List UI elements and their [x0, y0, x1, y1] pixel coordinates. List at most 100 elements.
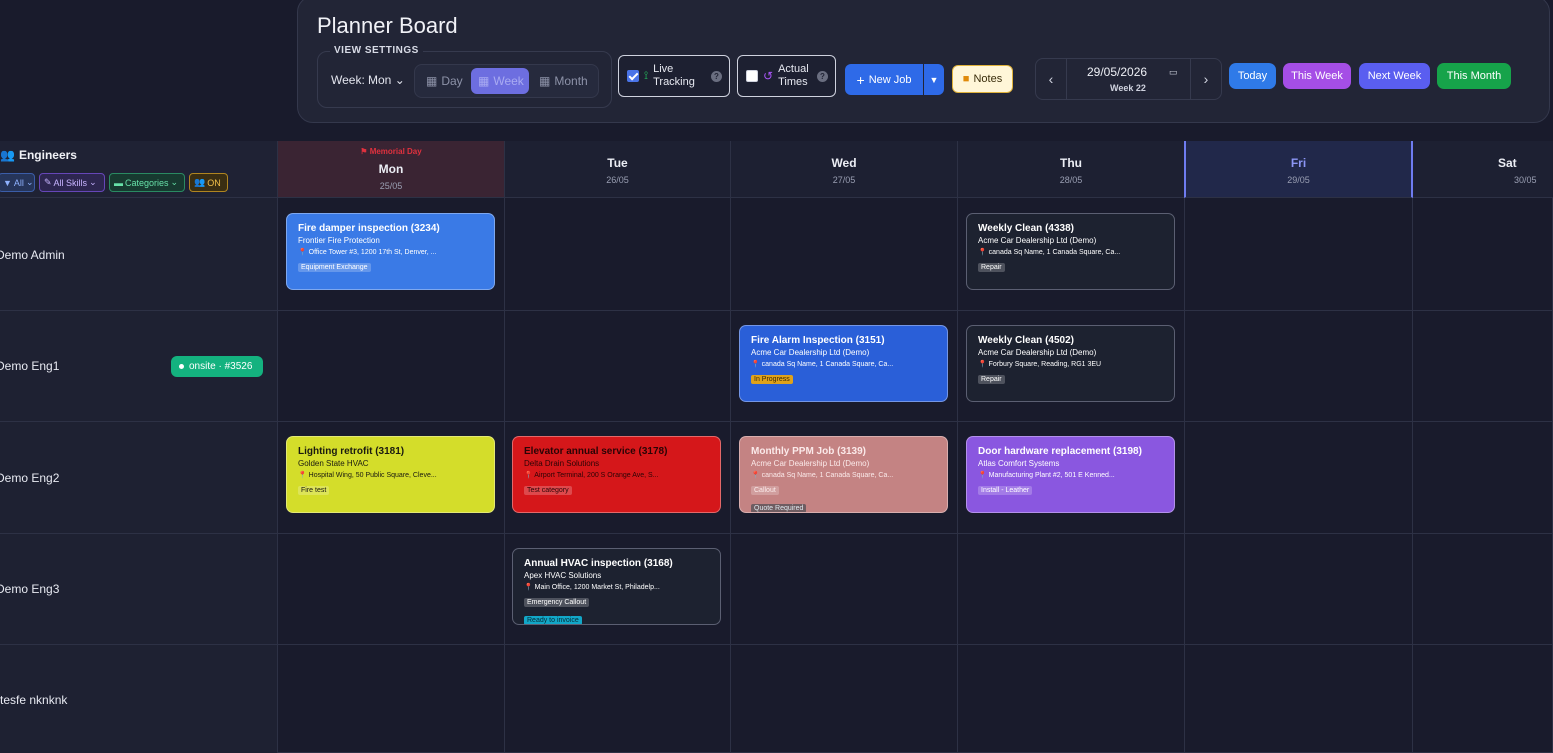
calendar-cell[interactable]: [505, 645, 731, 753]
flag-icon: ⚑: [360, 147, 368, 156]
calendar-cell[interactable]: [1413, 645, 1553, 753]
day-header-fri: Fri 29/05: [1184, 141, 1413, 198]
job-client: Acme Car Dealership Ltd (Demo): [751, 348, 870, 357]
calendar-cell[interactable]: [278, 311, 505, 422]
job-card[interactable]: Lighting retrofit (3181) Golden State HVA…: [286, 436, 495, 513]
chevron-left-icon: ‹: [1048, 71, 1054, 87]
week-start-select[interactable]: Mon ⌄: [368, 73, 405, 87]
actual-times-label: Actual Times: [778, 63, 809, 88]
filter-all-dropdown[interactable]: ▼ All ⌄: [0, 173, 35, 192]
job-address: 📍 canada Sq Name, 1 Canada Square, Ca...: [751, 361, 894, 368]
filter-categories-dropdown[interactable]: ▬ Categories ⌄: [109, 173, 185, 192]
date-input[interactable]: 29/05/2026: [1087, 65, 1147, 79]
calendar-icon: ▦: [478, 74, 490, 88]
day-name: Mon: [378, 162, 404, 176]
job-tags: Test category: [524, 479, 720, 497]
calendar-cell[interactable]: [1185, 198, 1413, 311]
job-client: Frontier Fire Protection: [298, 236, 380, 245]
calendar-cell[interactable]: [1185, 645, 1413, 753]
day-date: 25/05: [379, 181, 403, 191]
signal-icon: ⟟: [644, 69, 649, 82]
wrench-icon: ✎: [44, 177, 52, 187]
job-card[interactable]: Fire damper inspection (3234) Frontier Fi…: [286, 213, 495, 290]
calendar-cell[interactable]: [731, 534, 958, 645]
note-icon: ■: [962, 73, 970, 85]
calendar-cell[interactable]: [505, 198, 731, 311]
engineer-row[interactable]: Demo Eng2: [0, 422, 278, 534]
calendar-cell[interactable]: [278, 645, 505, 753]
calendar-cell[interactable]: [1413, 311, 1553, 422]
view-day-button[interactable]: ▦ Day: [419, 68, 470, 94]
folder-icon: ▬: [114, 177, 123, 188]
help-icon[interactable]: ?: [817, 71, 828, 82]
calendar-cell[interactable]: [958, 534, 1185, 645]
job-card[interactable]: Door hardware replacement (3198) Atlas Co…: [966, 436, 1175, 513]
calendar-cell[interactable]: [731, 198, 958, 311]
job-card[interactable]: Fire Alarm Inspection (3151) Acme Car Dea…: [739, 325, 948, 402]
job-client: Acme Car Dealership Ltd (Demo): [751, 459, 870, 468]
calendar-icon: ▦: [426, 74, 438, 88]
filter-icon: ▼: [3, 177, 12, 188]
job-card[interactable]: Annual HVAC inspection (3168) Apex HVAC S…: [512, 548, 721, 625]
day-name: Sat: [1498, 156, 1517, 170]
job-address: 📍 Forbury Square, Reading, RG1 3EU: [978, 361, 1102, 368]
next-week-button-quick[interactable]: Next Week: [1359, 63, 1430, 89]
engineer-row[interactable]: Demo Eng1 onsite · #3526: [0, 311, 278, 422]
calendar-cell[interactable]: [1413, 198, 1553, 311]
engineer-row[interactable]: rtesfe nknknk: [0, 645, 278, 753]
calendar-cell[interactable]: [278, 534, 505, 645]
engineer-name: rtesfe nknknk: [0, 693, 68, 707]
calendar-cell[interactable]: [1413, 534, 1553, 645]
job-client: Golden State HVAC: [298, 459, 369, 468]
today-button[interactable]: Today: [1229, 63, 1276, 89]
job-tag: Callout: [751, 486, 779, 495]
job-card[interactable]: Weekly Clean (4338) Acme Car Dealership L…: [966, 213, 1175, 290]
job-tags: Repair: [978, 368, 1174, 386]
job-card[interactable]: Elevator annual service (3178) Delta Drai…: [512, 436, 721, 513]
users-icon: 👥: [194, 177, 206, 187]
view-settings-label: VIEW SETTINGS: [330, 45, 423, 56]
prev-week-button[interactable]: ‹: [1036, 59, 1067, 99]
actual-times-checkbox[interactable]: [746, 70, 758, 82]
job-tag: In Progress: [751, 375, 793, 384]
help-icon[interactable]: ?: [711, 71, 722, 82]
engineer-name: Demo Eng2: [0, 471, 60, 485]
calendar-cell[interactable]: [958, 645, 1185, 753]
notes-button[interactable]: ■ Notes: [952, 65, 1013, 93]
job-card[interactable]: Monthly PPM Job (3139) Acme Car Dealershi…: [739, 436, 948, 513]
next-week-button[interactable]: ›: [1190, 59, 1221, 99]
this-month-button[interactable]: This Month: [1437, 63, 1511, 89]
calendar-cell[interactable]: [505, 311, 731, 422]
day-name: Tue: [607, 156, 628, 170]
engineer-row[interactable]: Demo Eng3: [0, 534, 278, 645]
chevron-right-icon: ›: [1203, 71, 1209, 87]
view-week-button[interactable]: ▦ Week: [471, 68, 529, 94]
day-date: 26/05: [606, 175, 629, 185]
day-header-sat: Sat 30/05: [1413, 141, 1553, 198]
new-job-dropdown-button[interactable]: ▼: [924, 64, 944, 95]
job-tags: Install - Leather: [978, 479, 1174, 497]
filter-skills-dropdown[interactable]: ✎ All Skills ⌄: [39, 173, 105, 192]
calendar-cell[interactable]: [1185, 311, 1413, 422]
onsite-status-badge[interactable]: onsite · #3526: [171, 356, 263, 377]
chevron-down-icon: ⌄: [25, 177, 34, 187]
job-card[interactable]: Weekly Clean (4502) Acme Car Dealership L…: [966, 325, 1175, 402]
view-month-button[interactable]: ▦ Month: [532, 68, 595, 94]
day-name: Wed: [831, 156, 857, 170]
new-job-button[interactable]: + New Job: [845, 64, 923, 95]
day-header-thu: Thu 28/05: [958, 141, 1185, 198]
calendar-cell[interactable]: [1185, 422, 1413, 534]
live-tracking-toggle[interactable]: ⟟ Live Tracking ?: [618, 55, 730, 97]
job-address: 📍 Main Office, 1200 Market St, Philadelp…: [524, 584, 660, 591]
this-week-button[interactable]: This Week: [1283, 63, 1351, 89]
actual-times-toggle[interactable]: ↺ Actual Times ?: [737, 55, 836, 97]
live-tracking-checkbox[interactable]: [627, 70, 639, 82]
calendar-cell[interactable]: [1185, 534, 1413, 645]
calendar-cell[interactable]: [1413, 422, 1553, 534]
filter-on-toggle[interactable]: 👥 ON: [189, 173, 228, 192]
calendar-cell[interactable]: [731, 645, 958, 753]
engineer-row[interactable]: Demo Admin: [0, 198, 278, 311]
job-title: Annual HVAC inspection (3168): [524, 558, 673, 569]
job-title: Fire Alarm Inspection (3151): [751, 335, 885, 346]
calendar-picker-icon[interactable]: ▭: [1169, 67, 1178, 78]
